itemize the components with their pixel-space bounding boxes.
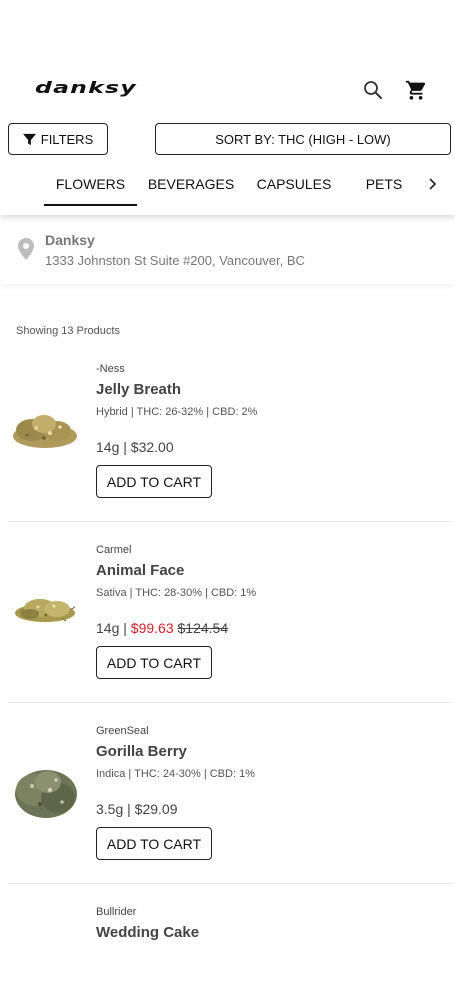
store-address: 1333 Johnston St Suite #200, Vancouver, …: [45, 253, 305, 268]
category-tabs: FLOWERS BEVERAGES CAPSULES PETS: [0, 170, 455, 206]
chevron-right-icon[interactable]: [424, 176, 440, 192]
product-name[interactable]: Wedding Cake: [96, 924, 199, 941]
search-icon[interactable]: [360, 77, 386, 103]
product-card[interactable]: Carmel Animal Face Sativa | THC: 28-30% …: [8, 533, 451, 704]
product-price: 14g | $99.63 $124.54: [96, 620, 228, 636]
product-name[interactable]: Animal Face: [96, 562, 184, 579]
add-to-cart-button[interactable]: ADD TO CART: [96, 646, 212, 679]
store-info[interactable]: Danksy 1333 Johnston St Suite #200, Vanc…: [0, 218, 455, 284]
add-to-cart-button[interactable]: ADD TO CART: [96, 465, 212, 498]
sort-button[interactable]: SORT BY: THC (HIGH - LOW): [155, 123, 451, 155]
product-size: 14g |: [96, 439, 127, 455]
tab-pets[interactable]: PETS: [362, 170, 406, 206]
product-image[interactable]: [10, 760, 80, 824]
product-size: 3.5g |: [96, 801, 131, 817]
product-card[interactable]: Bullrider Wedding Cake: [8, 895, 451, 983]
product-name[interactable]: Gorilla Berry: [96, 743, 187, 760]
svg-text:danksy: danksy: [35, 78, 137, 97]
divider: [8, 883, 451, 884]
product-specs: Indica | THC: 24-30% | CBD: 1%: [96, 768, 255, 780]
tab-beverages[interactable]: BEVERAGES: [145, 170, 237, 206]
product-price: 14g | $32.00: [96, 439, 174, 455]
product-price: 3.5g | $29.09: [96, 801, 178, 817]
sale-price: $99.63: [130, 620, 174, 636]
sort-label: SORT BY: THC (HIGH - LOW): [215, 131, 391, 147]
original-price: $124.54: [177, 620, 229, 636]
product-specs: Sativa | THC: 28-30% | CBD: 1%: [96, 587, 257, 599]
price-value: $32.00: [130, 439, 174, 455]
cart-icon[interactable]: [403, 77, 429, 103]
product-specs: Hybrid | THC: 26-32% | CBD: 2%: [96, 406, 258, 418]
product-brand: GreenSeal: [96, 725, 149, 737]
add-to-cart-button[interactable]: ADD TO CART: [96, 827, 212, 860]
divider: [8, 702, 451, 703]
product-count: Showing 13 Products: [16, 325, 120, 337]
product-image[interactable]: [10, 402, 80, 457]
product-size: 14g |: [96, 620, 127, 636]
tab-flowers[interactable]: FLOWERS: [44, 170, 137, 206]
divider: [8, 521, 451, 522]
store-name: Danksy: [45, 232, 95, 248]
price-value: $29.09: [134, 801, 178, 817]
brand-logo[interactable]: danksy: [35, 76, 147, 98]
tab-capsules[interactable]: CAPSULES: [252, 170, 336, 206]
product-card[interactable]: GreenSeal Gorilla Berry Indica | THC: 24…: [8, 714, 451, 885]
product-card[interactable]: -Ness Jelly Breath Hybrid | THC: 26-32% …: [8, 352, 451, 523]
product-name[interactable]: Jelly Breath: [96, 381, 181, 398]
product-brand: -Ness: [96, 363, 125, 375]
filters-label: FILTERS: [40, 131, 94, 147]
filters-button[interactable]: FILTERS: [8, 123, 108, 155]
product-image[interactable]: [10, 583, 80, 638]
location-pin-icon: [18, 238, 34, 260]
product-brand: Carmel: [96, 544, 132, 556]
funnel-icon: [22, 133, 36, 145]
header: danksy FILTERS SORT BY: THC (HIGH - LOW)…: [0, 0, 455, 215]
product-brand: Bullrider: [96, 906, 137, 918]
